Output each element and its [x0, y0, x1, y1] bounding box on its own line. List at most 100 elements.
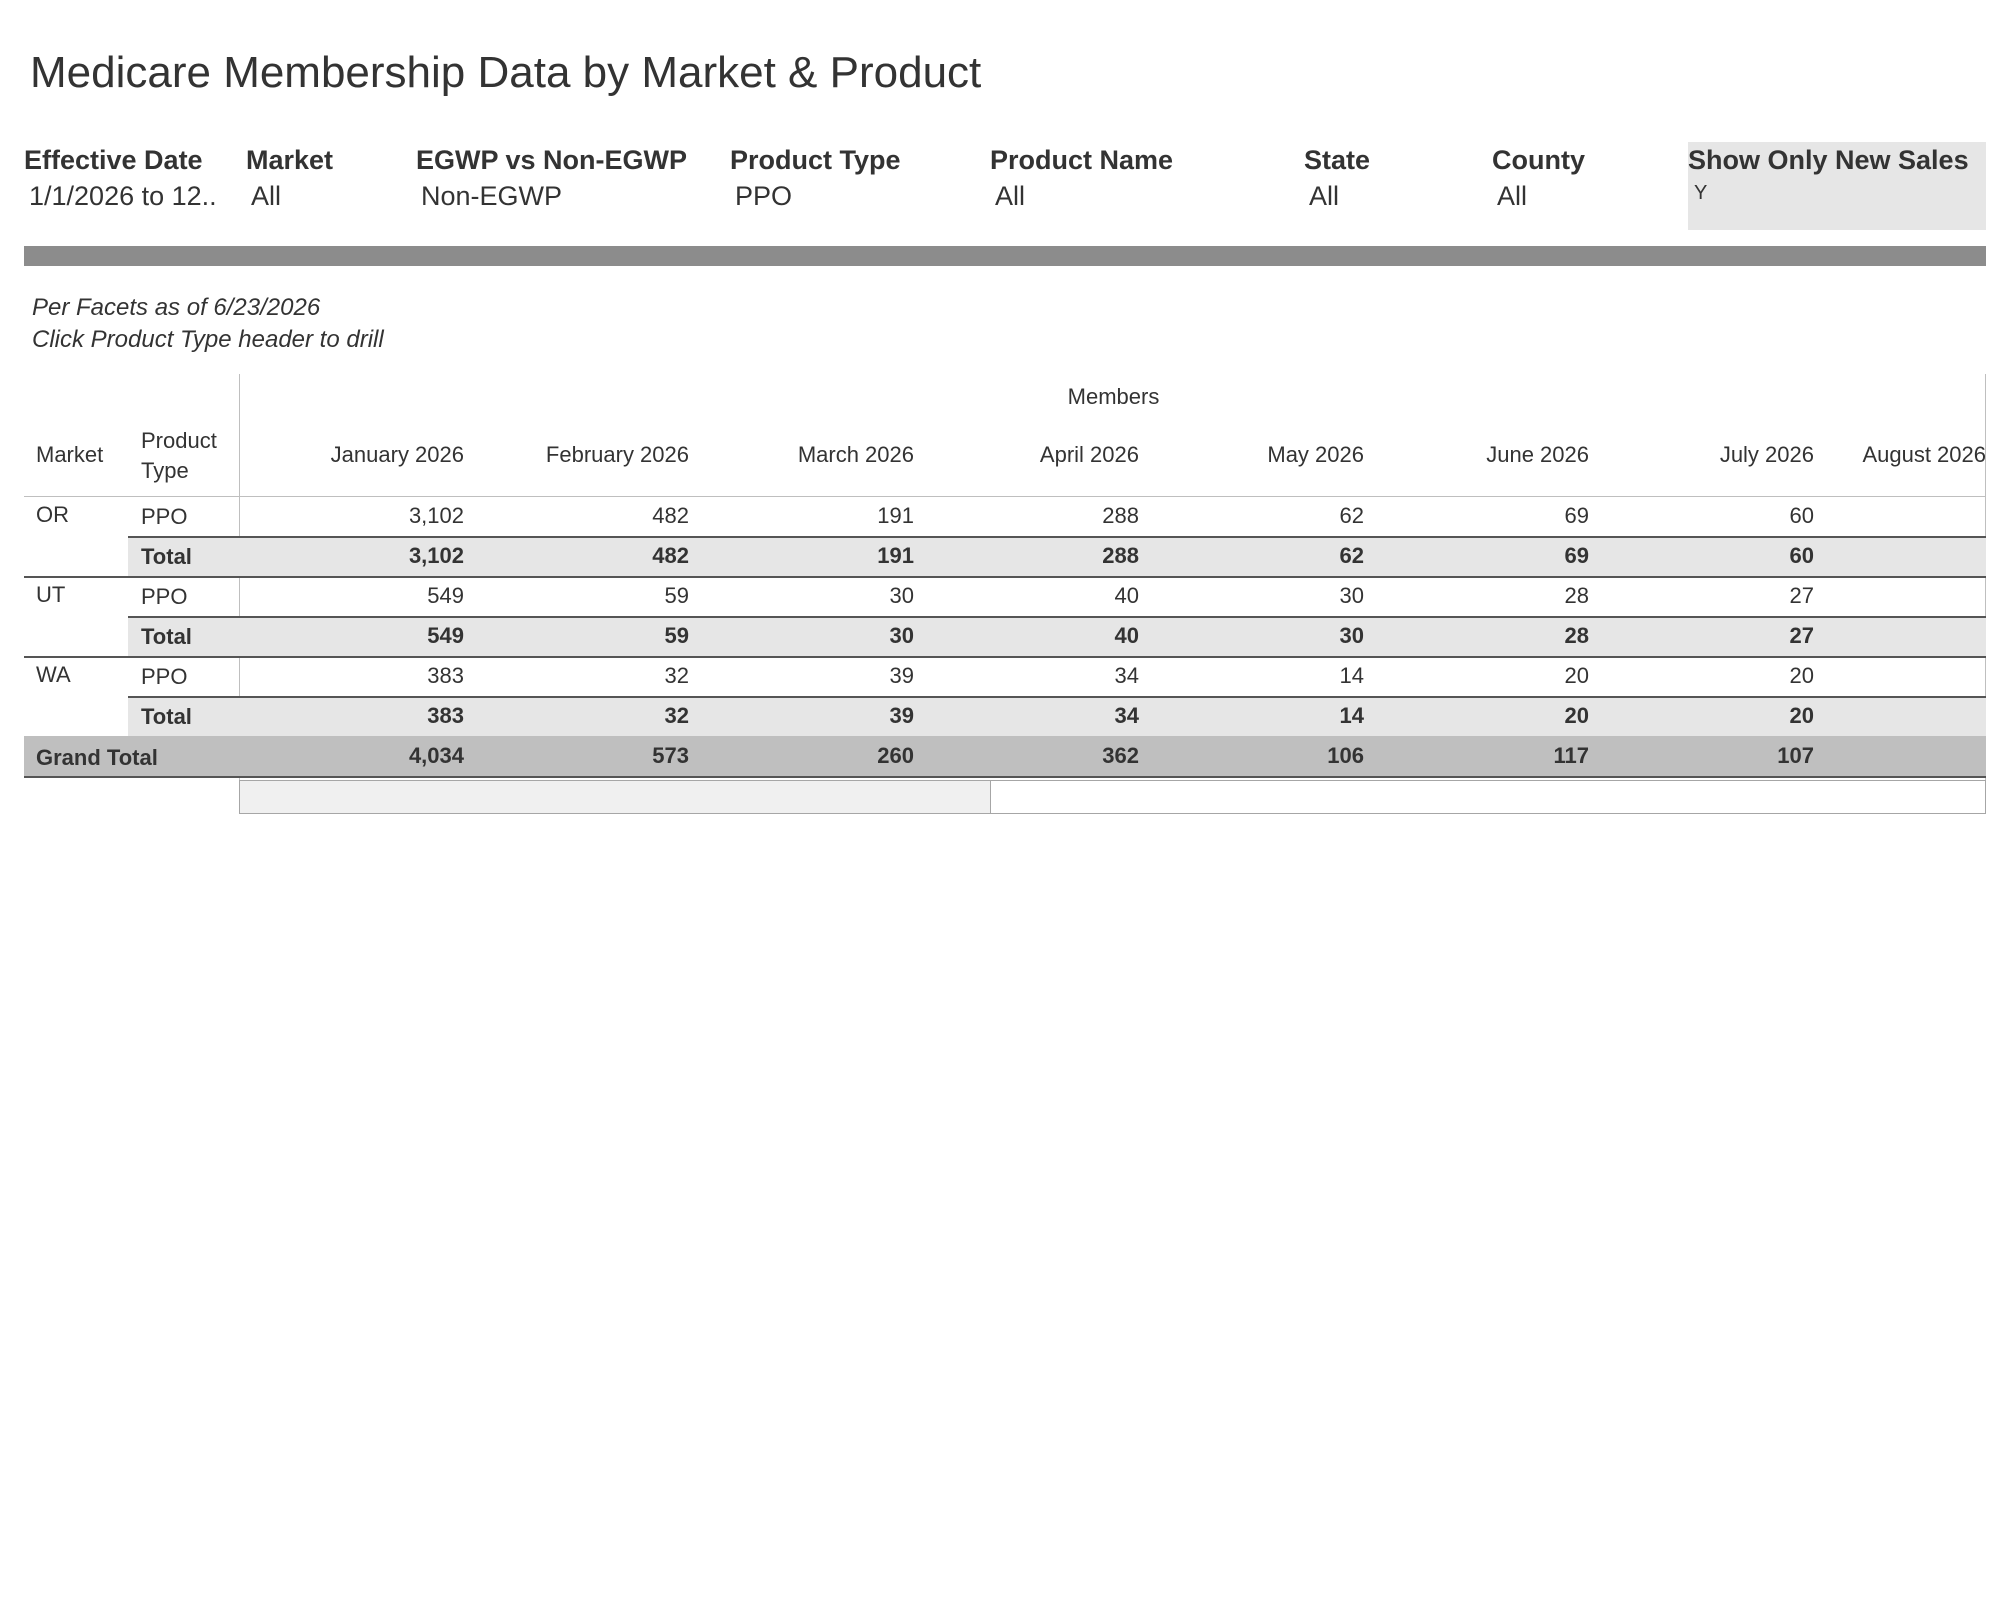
product-type-label[interactable]: PPO — [141, 584, 187, 610]
grand-total-label: Grand Total — [36, 745, 158, 770]
header-product-type[interactable]: Product Type — [141, 426, 217, 486]
member-count-cell: 288 — [1102, 503, 1139, 528]
product-type-label[interactable]: PPO — [141, 664, 187, 690]
member-count-cell: 20 — [1789, 663, 1814, 688]
grand-total-cell: 362 — [1102, 743, 1139, 768]
subtotal-cell: 383 — [427, 703, 464, 728]
grand-total-bottom-line — [24, 776, 1986, 778]
subtotal-cell: 288 — [1102, 543, 1139, 568]
market-label: WA — [36, 662, 71, 687]
product-type-label[interactable]: PPO — [141, 504, 187, 530]
subtotal-cell: 482 — [652, 543, 689, 568]
month-header: May 2026 — [1267, 442, 1364, 467]
subtotal-cell: 34 — [1114, 703, 1139, 728]
note-drill-hint: Click Product Type header to drill — [32, 326, 384, 353]
member-count-cell: 39 — [889, 663, 914, 688]
member-count-cell: 549 — [427, 583, 464, 608]
filter-value[interactable]: All — [990, 178, 1290, 214]
member-count-cell: 28 — [1564, 583, 1589, 608]
subtotal-cell: 191 — [877, 543, 914, 568]
filter-label: Effective Date — [24, 145, 203, 175]
filter-value[interactable]: PPO — [730, 178, 970, 214]
filter-label: Product Type — [730, 145, 901, 175]
filter-show-only-new-sales[interactable]: Show Only New Sales Y — [1688, 142, 1986, 230]
horizontal-scrollbar-thumb[interactable] — [239, 780, 991, 814]
subtotal-cell: 60 — [1789, 543, 1814, 568]
filter-effective-date[interactable]: Effective Date 1/1/2026 to 12.. — [24, 142, 239, 230]
member-count-cell: 383 — [427, 663, 464, 688]
market-label: OR — [36, 502, 69, 527]
filter-value[interactable]: Non-EGWP — [416, 178, 716, 214]
filter-value[interactable]: Y — [1688, 178, 1986, 208]
subtotal-cell: 20 — [1789, 703, 1814, 728]
header-product-type-line2: Type — [141, 458, 189, 483]
subtotal-cell: 62 — [1339, 543, 1364, 568]
filter-label: Market — [246, 145, 334, 175]
member-count-cell: 191 — [877, 503, 914, 528]
subtotal-cell: 40 — [1114, 623, 1139, 648]
crosstab-table: Members Market Product Type January 2026 Febr… — [24, 374, 1986, 814]
grand-total-cell: 106 — [1327, 743, 1364, 768]
header-market: Market — [36, 442, 104, 467]
filter-value[interactable]: All — [1492, 178, 1682, 214]
subtotal-cell: 27 — [1789, 623, 1814, 648]
grand-total-cell: 4,034 — [408, 743, 464, 768]
member-count-cell: 20 — [1564, 663, 1589, 688]
market-separator — [24, 576, 1986, 578]
filter-product-name[interactable]: Product Name All — [990, 142, 1290, 230]
subtotal-top-line — [128, 616, 1986, 618]
header-bottom-line — [24, 496, 1986, 497]
subtotal-label: Total — [141, 624, 192, 649]
subtotal-cell: 39 — [889, 703, 914, 728]
market-separator — [24, 656, 1986, 658]
header-divider — [24, 246, 1986, 266]
subtotal-cell: 28 — [1564, 623, 1589, 648]
subtotal-cell: 20 — [1564, 703, 1589, 728]
filter-value[interactable]: 1/1/2026 to 12.. — [24, 178, 239, 214]
filter-market[interactable]: Market All — [246, 142, 406, 230]
member-count-cell: 69 — [1564, 503, 1589, 528]
month-header: February 2026 — [545, 442, 689, 467]
member-count-cell: 30 — [1339, 583, 1364, 608]
header-product-type-line1: Product — [141, 428, 217, 453]
subtotal-cell: 32 — [664, 703, 689, 728]
member-count-cell: 34 — [1114, 663, 1139, 688]
filter-label: EGWP vs Non-EGWP — [416, 145, 688, 175]
month-header: January 2026 — [330, 442, 464, 467]
subtotal-cell: 549 — [427, 623, 464, 648]
member-count-cell: 59 — [664, 583, 689, 608]
subtotal-cell: 3,102 — [408, 543, 464, 568]
filter-value[interactable]: All — [1304, 178, 1474, 214]
subtotal-top-line — [128, 696, 1986, 698]
member-count-cell: 482 — [652, 503, 689, 528]
filter-state[interactable]: State All — [1304, 142, 1474, 230]
member-count-cell: 62 — [1339, 503, 1364, 528]
filter-value[interactable]: All — [246, 178, 406, 214]
filter-bar: Effective Date 1/1/2026 to 12.. Market A… — [24, 142, 1986, 230]
filter-product-type[interactable]: Product Type PPO — [730, 142, 970, 230]
member-count-cell: 27 — [1789, 583, 1814, 608]
member-count-cell: 14 — [1339, 663, 1364, 688]
measure-header: Members — [1067, 384, 1160, 409]
member-count-cell: 60 — [1789, 503, 1814, 528]
filter-county[interactable]: County All — [1492, 142, 1682, 230]
subtotal-cell: 69 — [1564, 543, 1589, 568]
subtotal-cell: 14 — [1339, 703, 1364, 728]
member-count-cell: 32 — [664, 663, 689, 688]
filter-egwp[interactable]: EGWP vs Non-EGWP Non-EGWP — [416, 142, 716, 230]
filter-label: Show Only New Sales — [1688, 145, 1969, 175]
month-header: March 2026 — [797, 442, 914, 467]
subtotal-top-line — [128, 536, 1986, 538]
grand-total-cell: 260 — [877, 743, 914, 768]
member-count-cell: 3,102 — [408, 503, 464, 528]
market-label: UT — [36, 582, 66, 607]
subtotal-label: Total — [141, 544, 192, 569]
page-title: Medicare Membership Data by Market & Pro… — [30, 48, 982, 97]
grand-total-cell: 573 — [652, 743, 689, 768]
member-count-cell: 30 — [889, 583, 914, 608]
month-header: June 2026 — [1486, 442, 1589, 467]
member-count-cell: 40 — [1114, 583, 1139, 608]
subtotal-cell: 30 — [1339, 623, 1364, 648]
filter-label: State — [1304, 145, 1371, 175]
month-header: August 2026 — [1862, 442, 1986, 467]
